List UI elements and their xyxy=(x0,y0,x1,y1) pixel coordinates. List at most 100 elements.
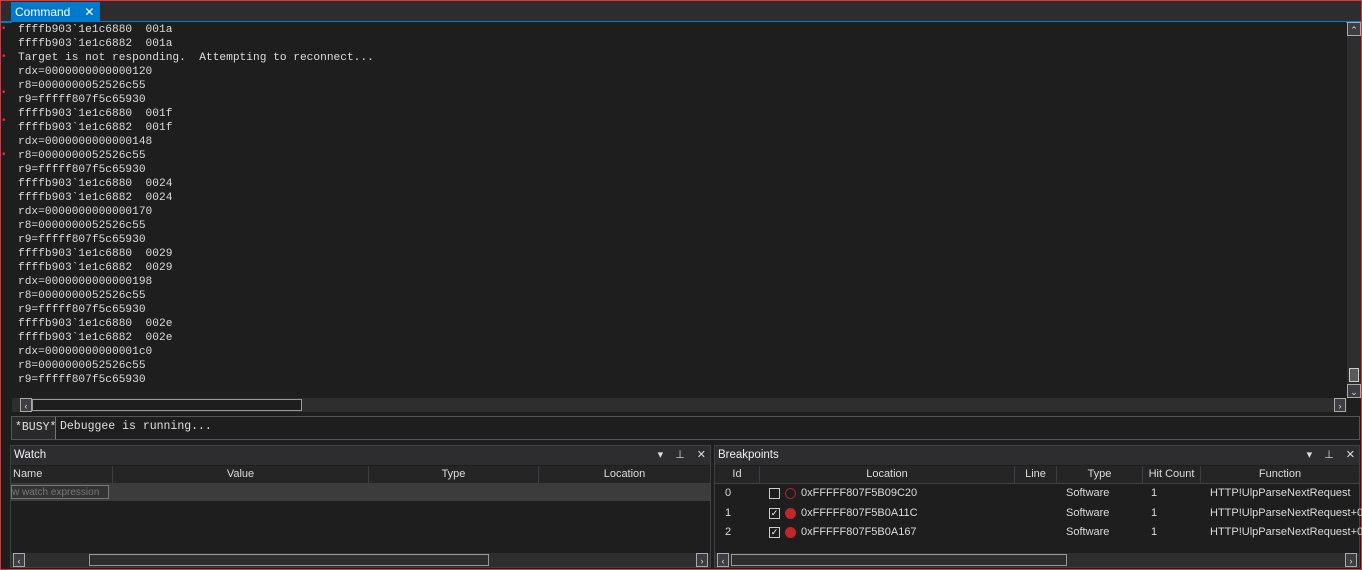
scroll-thumb[interactable] xyxy=(32,399,302,411)
column-header-line[interactable]: Line xyxy=(1015,466,1057,483)
pin-icon[interactable]: ⊥ xyxy=(1324,446,1334,465)
breakpoints-title-bar: Breakpoints ▾ ⊥ ✕ xyxy=(715,446,1359,465)
breakpoints-horizontal-scrollbar[interactable]: ‹ › xyxy=(715,553,1359,567)
scroll-right-icon[interactable]: › xyxy=(696,553,708,567)
scroll-right-icon[interactable]: › xyxy=(1345,553,1357,567)
chevron-down-icon[interactable]: ▾ xyxy=(658,446,664,465)
output-line: ffffb903`1e1c6880 001f xyxy=(18,108,173,120)
breakpoint-row[interactable]: 0 0xFFFFF807F5B09C20 Software 1 HTTP!UlpPars… xyxy=(715,484,1359,503)
output-vertical-scrollbar[interactable]: ⌃ ⌄ xyxy=(1347,22,1361,398)
scroll-left-icon[interactable]: ‹ xyxy=(13,553,25,567)
busy-prompt: *BUSY* xyxy=(12,417,56,439)
column-header-id[interactable]: Id xyxy=(715,466,760,483)
output-line: rdx=0000000000000198 xyxy=(18,276,153,288)
column-header-value[interactable]: Value xyxy=(113,466,369,483)
output-line: r8=0000000052526c55 xyxy=(18,150,146,162)
close-icon[interactable]: ✕ xyxy=(697,446,706,465)
output-line: ffffb903`1e1c6880 001a xyxy=(18,24,173,36)
close-icon[interactable]: ✕ xyxy=(1346,446,1355,465)
output-line: r9=fffff807f5c65930 xyxy=(18,304,146,316)
column-header-type[interactable]: Type xyxy=(369,466,539,483)
breakpoint-hit-count: 1 xyxy=(1151,506,1158,519)
scroll-left-icon[interactable]: ‹ xyxy=(717,553,729,567)
output-line: rdx=0000000000000170 xyxy=(18,206,153,218)
breakpoint-type: Software xyxy=(1066,526,1110,538)
output-line: rdx=00000000000001c0 xyxy=(18,346,153,358)
column-header-hit-count[interactable]: Hit Count xyxy=(1143,466,1201,483)
command-output[interactable]: ffffb903`1e1c6880 001a ffffb903`1e1c6882 … xyxy=(12,22,1346,397)
output-line: r9=fffff807f5c65930 xyxy=(18,94,146,106)
output-line: ffffb903`1e1c6882 0029 xyxy=(18,262,173,274)
margin-marker: • xyxy=(1,24,7,34)
scroll-thumb[interactable] xyxy=(89,554,489,566)
breakpoint-type: Software xyxy=(1066,506,1110,519)
breakpoint-hit-count: 1 xyxy=(1151,487,1158,499)
breakpoints-panel: Breakpoints ▾ ⊥ ✕ Id Location Line Type … xyxy=(714,445,1362,568)
output-line: ffffb903`1e1c6882 001f xyxy=(18,122,173,134)
column-header-location[interactable]: Location xyxy=(539,466,710,483)
scroll-thumb[interactable] xyxy=(1349,368,1359,382)
breakpoint-function: HTTP!UlpParseNextRequest+0x4f xyxy=(1210,506,1362,519)
watch-panel: Watch ▾ ⊥ ✕ Name Value Type Location w w… xyxy=(10,445,711,568)
breakpoint-row[interactable]: 2 ✓ 0xFFFFF807F5B0A167 Software 1 HTTP!UlpPar… xyxy=(715,523,1362,542)
breakpoint-location: 0xFFFFF807F5B09C20 xyxy=(801,487,918,499)
breakpoint-hit-count: 1 xyxy=(1151,526,1158,538)
column-header-name[interactable]: Name xyxy=(13,466,113,483)
breakpoint-id: 0 xyxy=(725,487,732,499)
output-line: ffffb903`1e1c6880 002e xyxy=(18,318,173,330)
breakpoint-row[interactable]: 1 ✓ 0xFFFFF807F5B0A11C Software 1 HTTP!UlpPar… xyxy=(715,504,1362,523)
output-line: ffffb903`1e1c6882 0024 xyxy=(18,192,173,204)
watch-expression-input[interactable]: w watch expression xyxy=(11,485,109,499)
column-header-location[interactable]: Location xyxy=(760,466,1015,483)
breakpoint-dot-icon xyxy=(785,507,796,519)
breakpoint-function: HTTP!UlpParseNextRequest xyxy=(1210,487,1351,499)
watch-new-row[interactable]: w watch expression xyxy=(11,483,710,501)
command-tab-strip: Command ✕ xyxy=(1,1,1361,23)
breakpoints-title: Breakpoints xyxy=(718,449,779,461)
margin-marker: • xyxy=(1,150,7,160)
pin-icon[interactable]: ⊥ xyxy=(675,446,685,465)
output-line: r8=0000000052526c55 xyxy=(18,220,146,232)
scroll-down-icon[interactable]: ⌄ xyxy=(1347,384,1361,398)
scroll-right-icon[interactable]: › xyxy=(1334,398,1346,412)
output-line: Target is not responding. Attempting to … xyxy=(18,52,374,64)
command-input[interactable]: Debuggee is running... xyxy=(60,417,212,439)
margin-marker: • xyxy=(1,116,7,126)
breakpoint-location: 0xFFFFF807F5B0A167 xyxy=(801,526,917,538)
margin-marker: • xyxy=(1,52,7,62)
breakpoint-location: 0xFFFFF807F5B0A11C xyxy=(801,506,918,519)
output-line: ffffb903`1e1c6880 0029 xyxy=(18,248,173,260)
close-icon[interactable]: ✕ xyxy=(84,5,94,19)
column-header-function[interactable]: Function xyxy=(1201,466,1359,483)
breakpoint-id: 1 xyxy=(725,506,732,519)
output-line: r8=0000000052526c55 xyxy=(18,360,146,372)
breakpoint-id: 2 xyxy=(725,526,732,538)
breakpoint-type: Software xyxy=(1066,487,1110,499)
output-lines: ffffb903`1e1c6880 001a ffffb903`1e1c6882 … xyxy=(12,22,1346,387)
watch-column-headers: Name Value Type Location xyxy=(11,466,710,484)
margin-marker: • xyxy=(1,88,7,98)
column-header-type[interactable]: Type xyxy=(1057,466,1143,483)
output-line: r9=fffff807f5c65930 xyxy=(18,164,146,176)
watch-title: Watch xyxy=(14,449,47,461)
output-line: rdx=0000000000000120 xyxy=(18,66,153,78)
breakpoint-dot-icon xyxy=(785,488,796,499)
output-line: r9=fffff807f5c65930 xyxy=(18,374,146,386)
watch-horizontal-scrollbar[interactable]: ‹ › xyxy=(11,553,710,567)
breakpoint-dot-icon xyxy=(785,527,796,538)
breakpoint-enabled-checkbox[interactable] xyxy=(769,488,780,499)
scroll-up-icon[interactable]: ⌃ xyxy=(1347,22,1361,36)
output-line: ffffb903`1e1c6880 0024 xyxy=(18,178,173,190)
output-horizontal-scrollbar[interactable]: ‹ › xyxy=(12,398,1347,412)
output-line: ffffb903`1e1c6882 002e xyxy=(18,332,173,344)
breakpoints-column-headers: Id Location Line Type Hit Count Function xyxy=(715,466,1359,484)
scroll-thumb[interactable] xyxy=(731,554,1067,566)
chevron-down-icon[interactable]: ▾ xyxy=(1307,446,1313,465)
scroll-left-icon[interactable]: ‹ xyxy=(20,398,32,412)
breakpoint-enabled-checkbox[interactable]: ✓ xyxy=(769,527,780,538)
tab-command[interactable]: Command ✕ xyxy=(11,2,101,21)
breakpoint-enabled-checkbox[interactable]: ✓ xyxy=(769,507,780,519)
output-line: r8=0000000052526c55 xyxy=(18,290,146,302)
tab-command-label: Command xyxy=(15,4,71,19)
output-line: ffffb903`1e1c6882 001a xyxy=(18,38,173,50)
